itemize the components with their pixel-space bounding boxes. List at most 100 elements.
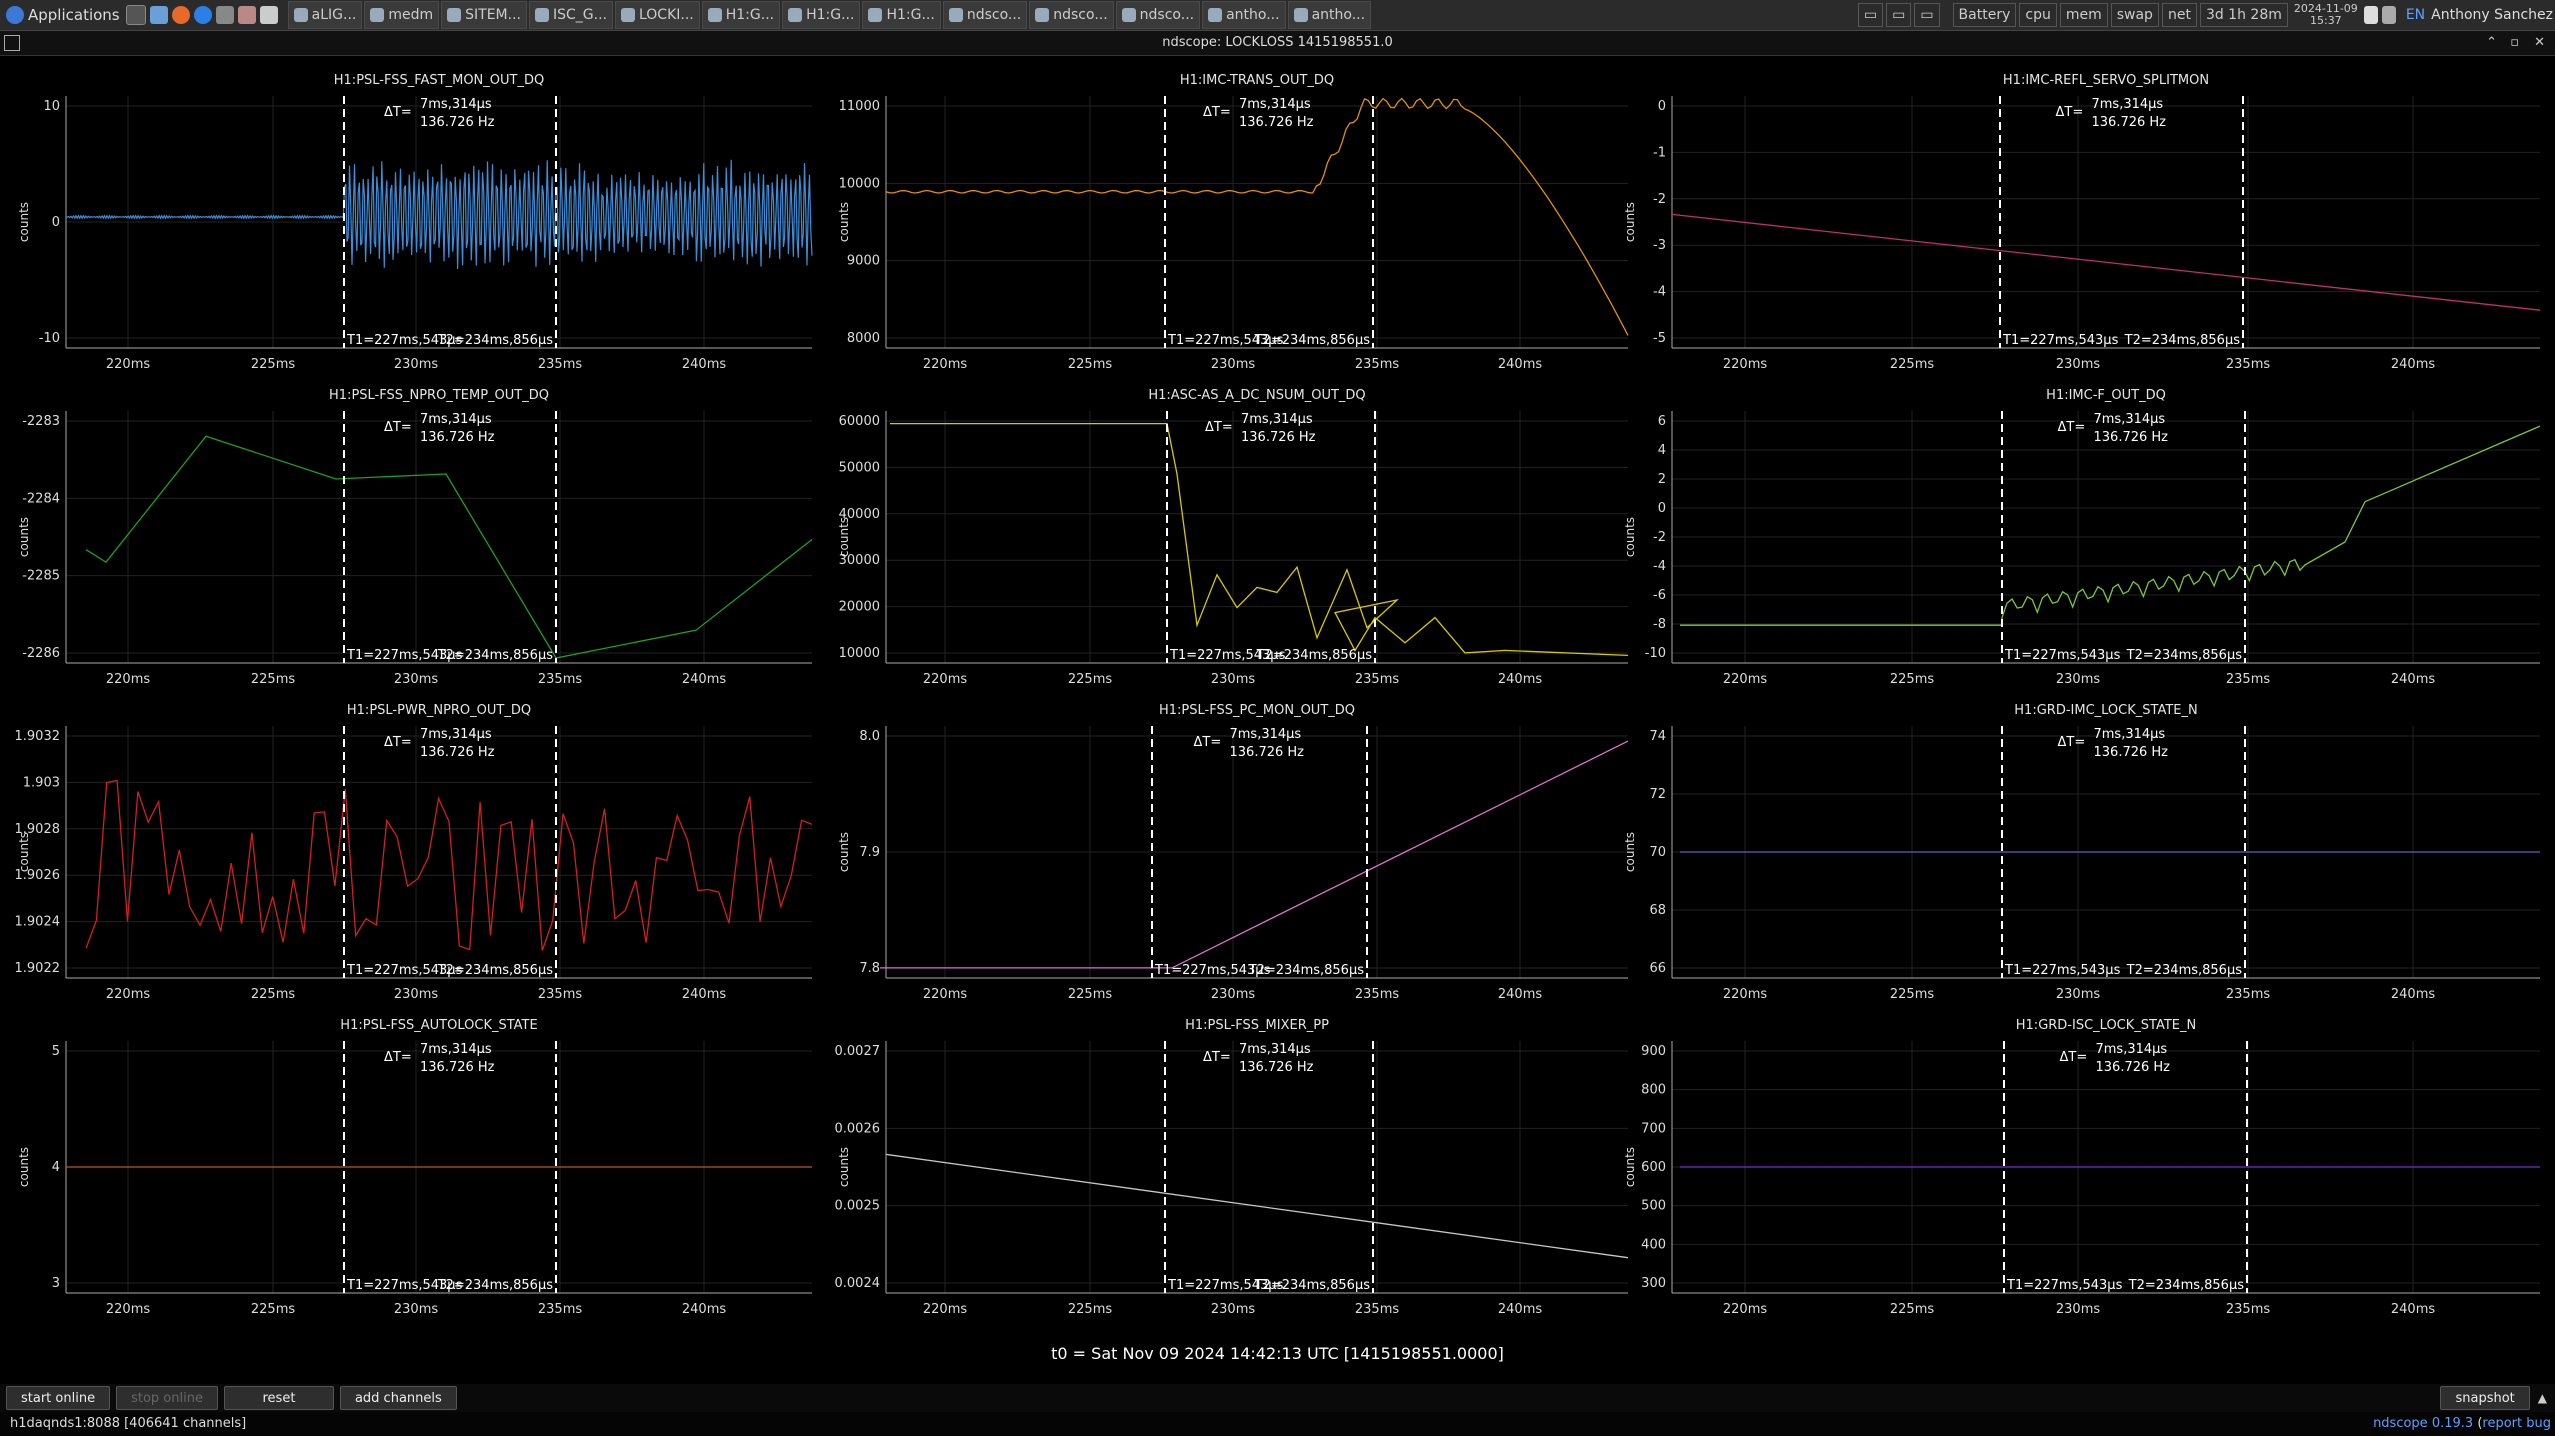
y-tick-label: -4 — [1653, 559, 1666, 574]
task-button[interactable]: antho... — [1202, 1, 1286, 29]
delta-t-label: ΔT= — [384, 105, 412, 120]
share-icon[interactable] — [215, 6, 234, 24]
report-bug-link[interactable]: report bug — [2482, 1416, 2551, 1431]
y-tick-label: -2284 — [22, 491, 60, 506]
delta-t-value: 7ms,314μs — [1239, 1042, 1311, 1057]
clock-time: 15:37 — [2309, 14, 2342, 27]
version-link[interactable]: 0.19.3 — [2432, 1416, 2473, 1431]
editor-icon[interactable] — [259, 6, 278, 24]
task-button[interactable]: aLIG... — [287, 1, 363, 29]
plot-panel[interactable]: H1:PSL-FSS_NPRO_TEMP_OUT_DQ -2283 -2284 -22… — [17, 388, 813, 687]
x-tick-label: 235ms — [1355, 357, 1399, 372]
browser-icon[interactable] — [193, 6, 212, 24]
plot-title: H1:PSL-FSS_AUTOLOCK_STATE — [340, 1018, 537, 1033]
start-online-button[interactable]: start online — [6, 1386, 111, 1410]
stop-online-button[interactable]: stop online — [116, 1386, 218, 1410]
y-axis-label: counts — [837, 517, 851, 557]
task-button[interactable]: ndsco... — [1029, 1, 1114, 29]
clock[interactable]: 2024-11-09 15:37 — [2294, 3, 2358, 27]
task-button[interactable]: SITEM... — [441, 1, 527, 29]
window-menu-icon[interactable] — [4, 35, 20, 51]
plot-panel[interactable]: H1:PSL-PWR_NPRO_OUT_DQ1.90321.9031.90281… — [15, 703, 813, 1002]
y-tick-label: 0.0024 — [835, 1276, 881, 1291]
monitor-swap[interactable]: swap — [2110, 3, 2159, 27]
workspace-1[interactable]: ▭ — [1857, 3, 1884, 27]
y-tick-label: 700 — [1641, 1121, 1666, 1136]
snapshot-button[interactable]: snapshot — [2440, 1386, 2530, 1410]
monitor-net[interactable]: net — [2161, 3, 2197, 27]
y-tick-label: 7.8 — [859, 961, 880, 976]
y-tick-label: 600 — [1641, 1160, 1666, 1175]
y-tick-label: 0 — [1658, 99, 1666, 114]
terminal-icon[interactable] — [125, 5, 146, 25]
ndscope-link[interactable]: ndscope — [2373, 1416, 2428, 1431]
monitor-mem[interactable]: mem — [2059, 3, 2108, 27]
t2-label: T2=234ms,856μs — [1254, 333, 1371, 348]
delta-t-freq: 136.726 Hz — [1230, 745, 1305, 760]
plot-panel[interactable]: H1:PSL-FSS_AUTOLOCK_STATE 5 4 3 counts 220ms 2… — [17, 1018, 812, 1317]
window-icon — [868, 8, 883, 22]
delta-t-label: ΔT= — [2058, 735, 2086, 750]
plot-panel[interactable]: H1:IMC-F_OUT_DQ 6 4 2 0 -2 -4 -6 -8 -10 counts 220m… — [1623, 388, 2541, 687]
plot-panel[interactable]: H1:IMC-TRANS_OUT_DQ 11000 10000 9000 8000 cou… — [837, 73, 1629, 372]
task-button[interactable]: medm — [364, 1, 440, 29]
user-name[interactable]: Anthony Sanchez — [2431, 7, 2553, 23]
task-button[interactable]: antho... — [1287, 1, 1372, 29]
x-tick-label: 230ms — [1211, 672, 1255, 687]
monitor-cpu[interactable]: cpu — [2019, 3, 2057, 27]
maximize-icon[interactable]: ▫ — [2510, 31, 2519, 55]
network-icon[interactable] — [2381, 6, 2396, 24]
close-icon[interactable]: ✕ — [2534, 31, 2545, 55]
plot-grid-lines — [886, 411, 1628, 663]
delta-t-label: ΔT= — [384, 735, 412, 750]
plot-grid-lines — [1672, 96, 2540, 348]
task-button[interactable]: ISC_G... — [528, 1, 613, 29]
files-icon[interactable] — [149, 6, 168, 24]
signal-trace — [65, 159, 813, 270]
x-tick-label: 225ms — [1890, 1302, 1934, 1317]
plot-panel[interactable]: H1:PSL-FSS_PC_MON_OUT_DQ 8.0 7.9 7.8 counts 2… — [837, 703, 1629, 1002]
minimize-icon[interactable]: ⌃ — [2486, 31, 2497, 55]
task-button[interactable]: H1:G... — [862, 1, 941, 29]
workspace-3[interactable]: ▭ — [1914, 3, 1940, 27]
plot-panel[interactable]: H1:IMC-REFL_SERVO_SPLITMON 0 -1 -2 -3 -4 -5 cou… — [1623, 73, 2541, 372]
applications-menu[interactable]: Applications — [0, 2, 126, 28]
task-label: H1:G... — [806, 7, 855, 23]
firefox-icon[interactable] — [171, 6, 190, 24]
add-channels-button[interactable]: add channels — [339, 1386, 457, 1410]
plots-canvas[interactable]: H1:PSL-FSS_FAST_MON_OUT_DQ100-10counts22… — [0, 56, 2555, 1384]
keyboard-layout[interactable]: EN — [2406, 7, 2425, 23]
x-tick-label: 240ms — [1498, 672, 1542, 687]
t2-label: T2=234ms,856μs — [1254, 1278, 1371, 1293]
expand-icon[interactable]: ▲ — [2538, 1391, 2547, 1405]
plot-panel[interactable]: H1:PSL-FSS_MIXER_PP 0.0027 0.0026 0.0025 0.0… — [835, 1018, 1629, 1317]
y-tick-label: 1.903 — [23, 775, 60, 790]
task-button[interactable]: ndsco... — [1115, 1, 1201, 29]
plot-panel[interactable]: H1:PSL-FSS_FAST_MON_OUT_DQ 10 0 -10 counts 22… — [17, 73, 813, 372]
power-icon[interactable] — [2363, 6, 2378, 24]
reset-button[interactable]: reset — [223, 1386, 334, 1410]
task-button[interactable]: H1:G... — [782, 1, 861, 29]
x-tick-label: 225ms — [251, 987, 295, 1002]
plot-panel[interactable]: H1:GRD-IMC_LOCK_STATE_N 74 72 70 68 66 counts 2… — [1623, 703, 2540, 1002]
workspace-2[interactable]: ▭ — [1886, 3, 1912, 27]
y-axis-label: counts — [17, 832, 31, 872]
y-tick-label: -1 — [1653, 145, 1666, 160]
delta-t-value: 7ms,314μs — [1241, 412, 1313, 427]
x-tick-label: 230ms — [2056, 672, 2100, 687]
y-tick-label: 400 — [1641, 1237, 1666, 1252]
task-button[interactable]: ndsco... — [942, 1, 1028, 29]
x-tick-label: 220ms — [923, 1302, 967, 1317]
y-tick-label: -10 — [1645, 646, 1666, 661]
workspace-switcher[interactable]: ▭ ▭ ▭ — [1855, 3, 1940, 27]
task-button[interactable]: LOCKI... — [614, 1, 700, 29]
monitor-battery[interactable]: Battery — [1952, 3, 2017, 27]
y-tick-label: 10000 — [839, 646, 880, 661]
delta-t-label: ΔT= — [1194, 735, 1222, 750]
y-tick-label: 72 — [1649, 787, 1666, 802]
x-tick-label: 240ms — [2391, 672, 2435, 687]
plot-panel[interactable]: H1:GRD-ISC_LOCK_STATE_N 900 800 700 600 500 40… — [1623, 1018, 2540, 1317]
tools-icon[interactable] — [237, 6, 256, 24]
plot-panel[interactable]: H1:ASC-AS_A_DC_NSUM_OUT_DQ60000500004000… — [837, 388, 1629, 687]
task-button[interactable]: H1:G... — [701, 1, 781, 29]
